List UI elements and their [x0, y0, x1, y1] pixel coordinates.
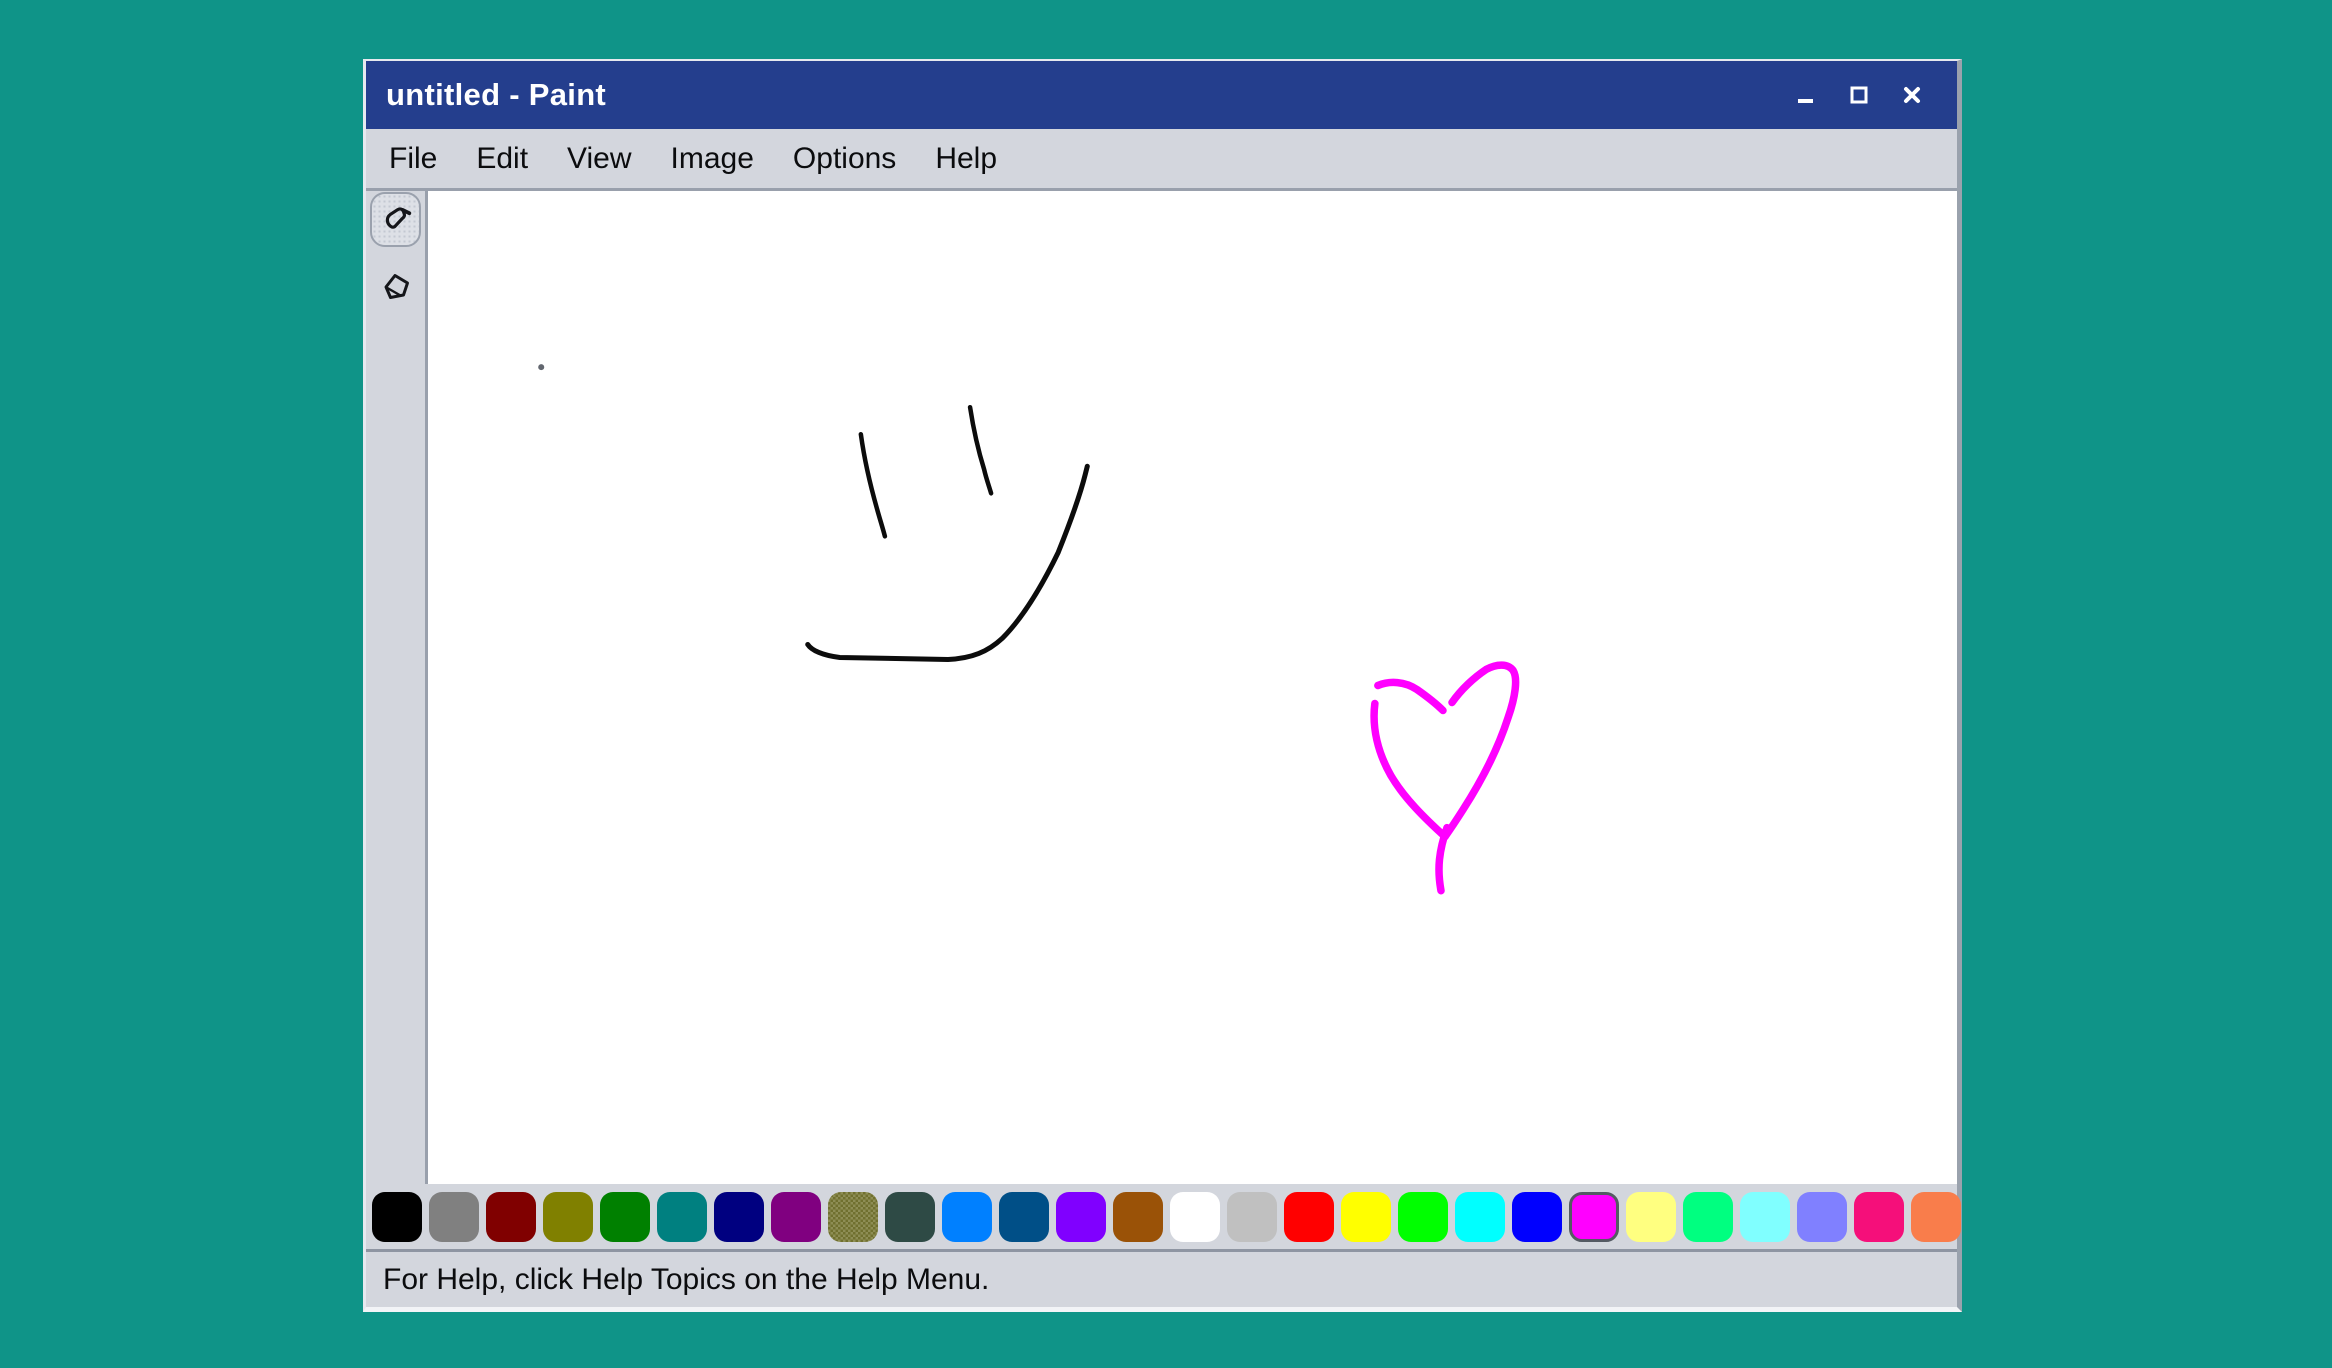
color-swatch-800080[interactable] — [771, 1192, 821, 1242]
maximize-button[interactable] — [1848, 84, 1870, 106]
color-swatch-808040[interactable] — [828, 1192, 878, 1242]
menu-item-image[interactable]: Image — [671, 142, 754, 176]
tool-eraser-button[interactable] — [370, 260, 421, 315]
brush-icon — [379, 201, 413, 238]
tool-brush-button[interactable] — [370, 192, 421, 247]
color-swatch-c0c0c0[interactable] — [1227, 1192, 1277, 1242]
color-swatch-8080ff[interactable] — [1797, 1192, 1847, 1242]
color-swatch-00ff00[interactable] — [1398, 1192, 1448, 1242]
stroke-heart-right-lobe-and-side — [1445, 665, 1516, 837]
stroke-smiley-right-eye — [970, 407, 991, 493]
title-bar[interactable]: untitled - Paint — [366, 61, 1957, 129]
color-swatch-00ffff[interactable] — [1455, 1192, 1505, 1242]
main-area — [366, 191, 1957, 1184]
color-swatch-f50f7a[interactable] — [1854, 1192, 1904, 1242]
maximize-icon — [1850, 86, 1868, 104]
menu-item-edit[interactable]: Edit — [476, 142, 528, 176]
stroke-smiley-left-eye — [861, 434, 885, 536]
color-swatch-0080ff[interactable] — [942, 1192, 992, 1242]
color-swatch-ffff80[interactable] — [1626, 1192, 1676, 1242]
window-controls — [1795, 84, 1923, 106]
menu-item-file[interactable]: File — [389, 142, 437, 176]
minimize-icon — [1797, 86, 1815, 104]
menu-item-help[interactable]: Help — [935, 142, 997, 176]
color-swatch-000080[interactable] — [714, 1192, 764, 1242]
tool-box — [366, 191, 428, 1184]
stroke-smiley-mouth — [808, 466, 1088, 659]
status-text: For Help, click Help Topics on the Help … — [383, 1263, 989, 1297]
window-title: untitled - Paint — [386, 77, 606, 113]
drawing-svg — [428, 191, 1957, 1184]
stroke-heart-left-side — [1374, 704, 1445, 837]
color-swatch-800000[interactable] — [486, 1192, 536, 1242]
close-icon — [1903, 86, 1921, 104]
color-swatch-00ff80[interactable] — [1683, 1192, 1733, 1242]
drawing-canvas[interactable] — [428, 191, 1957, 1184]
color-swatch-004f87[interactable] — [999, 1192, 1049, 1242]
color-swatch-9a5207[interactable] — [1113, 1192, 1163, 1242]
color-swatch-f97d4b[interactable] — [1911, 1192, 1961, 1242]
status-bar: For Help, click Help Topics on the Help … — [366, 1252, 1957, 1307]
color-swatch-000000[interactable] — [372, 1192, 422, 1242]
stroke-heart-left-lobe — [1378, 682, 1443, 710]
color-swatch-ffff00[interactable] — [1341, 1192, 1391, 1242]
close-button[interactable] — [1901, 84, 1923, 106]
paint-window: untitled - Paint File Edit View Image Option… — [363, 59, 1962, 1312]
menu-bar: File Edit View Image Options Help — [366, 129, 1957, 191]
color-swatch-808080[interactable] — [429, 1192, 479, 1242]
color-swatch-808000[interactable] — [543, 1192, 593, 1242]
color-swatch-2e4a45[interactable] — [885, 1192, 935, 1242]
menu-item-options[interactable]: Options — [793, 142, 896, 176]
minimize-button[interactable] — [1795, 84, 1817, 106]
stroke-stray-dot — [538, 364, 544, 370]
stroke-heart-tail — [1439, 828, 1447, 891]
color-swatch-008000[interactable] — [600, 1192, 650, 1242]
color-swatch-ff00ff[interactable] — [1569, 1192, 1619, 1242]
color-swatch-ffffff[interactable] — [1170, 1192, 1220, 1242]
color-swatch-80ffff[interactable] — [1740, 1192, 1790, 1242]
color-swatch-8000ff[interactable] — [1056, 1192, 1106, 1242]
eraser-icon — [380, 270, 412, 305]
color-swatch-008080[interactable] — [657, 1192, 707, 1242]
desktop: { "desktop": { "background": "#0f9488" }… — [0, 0, 2332, 1368]
color-swatch-0000ff[interactable] — [1512, 1192, 1562, 1242]
menu-item-view[interactable]: View — [567, 142, 631, 176]
color-swatch-ff0000[interactable] — [1284, 1192, 1334, 1242]
color-palette — [366, 1184, 1957, 1252]
